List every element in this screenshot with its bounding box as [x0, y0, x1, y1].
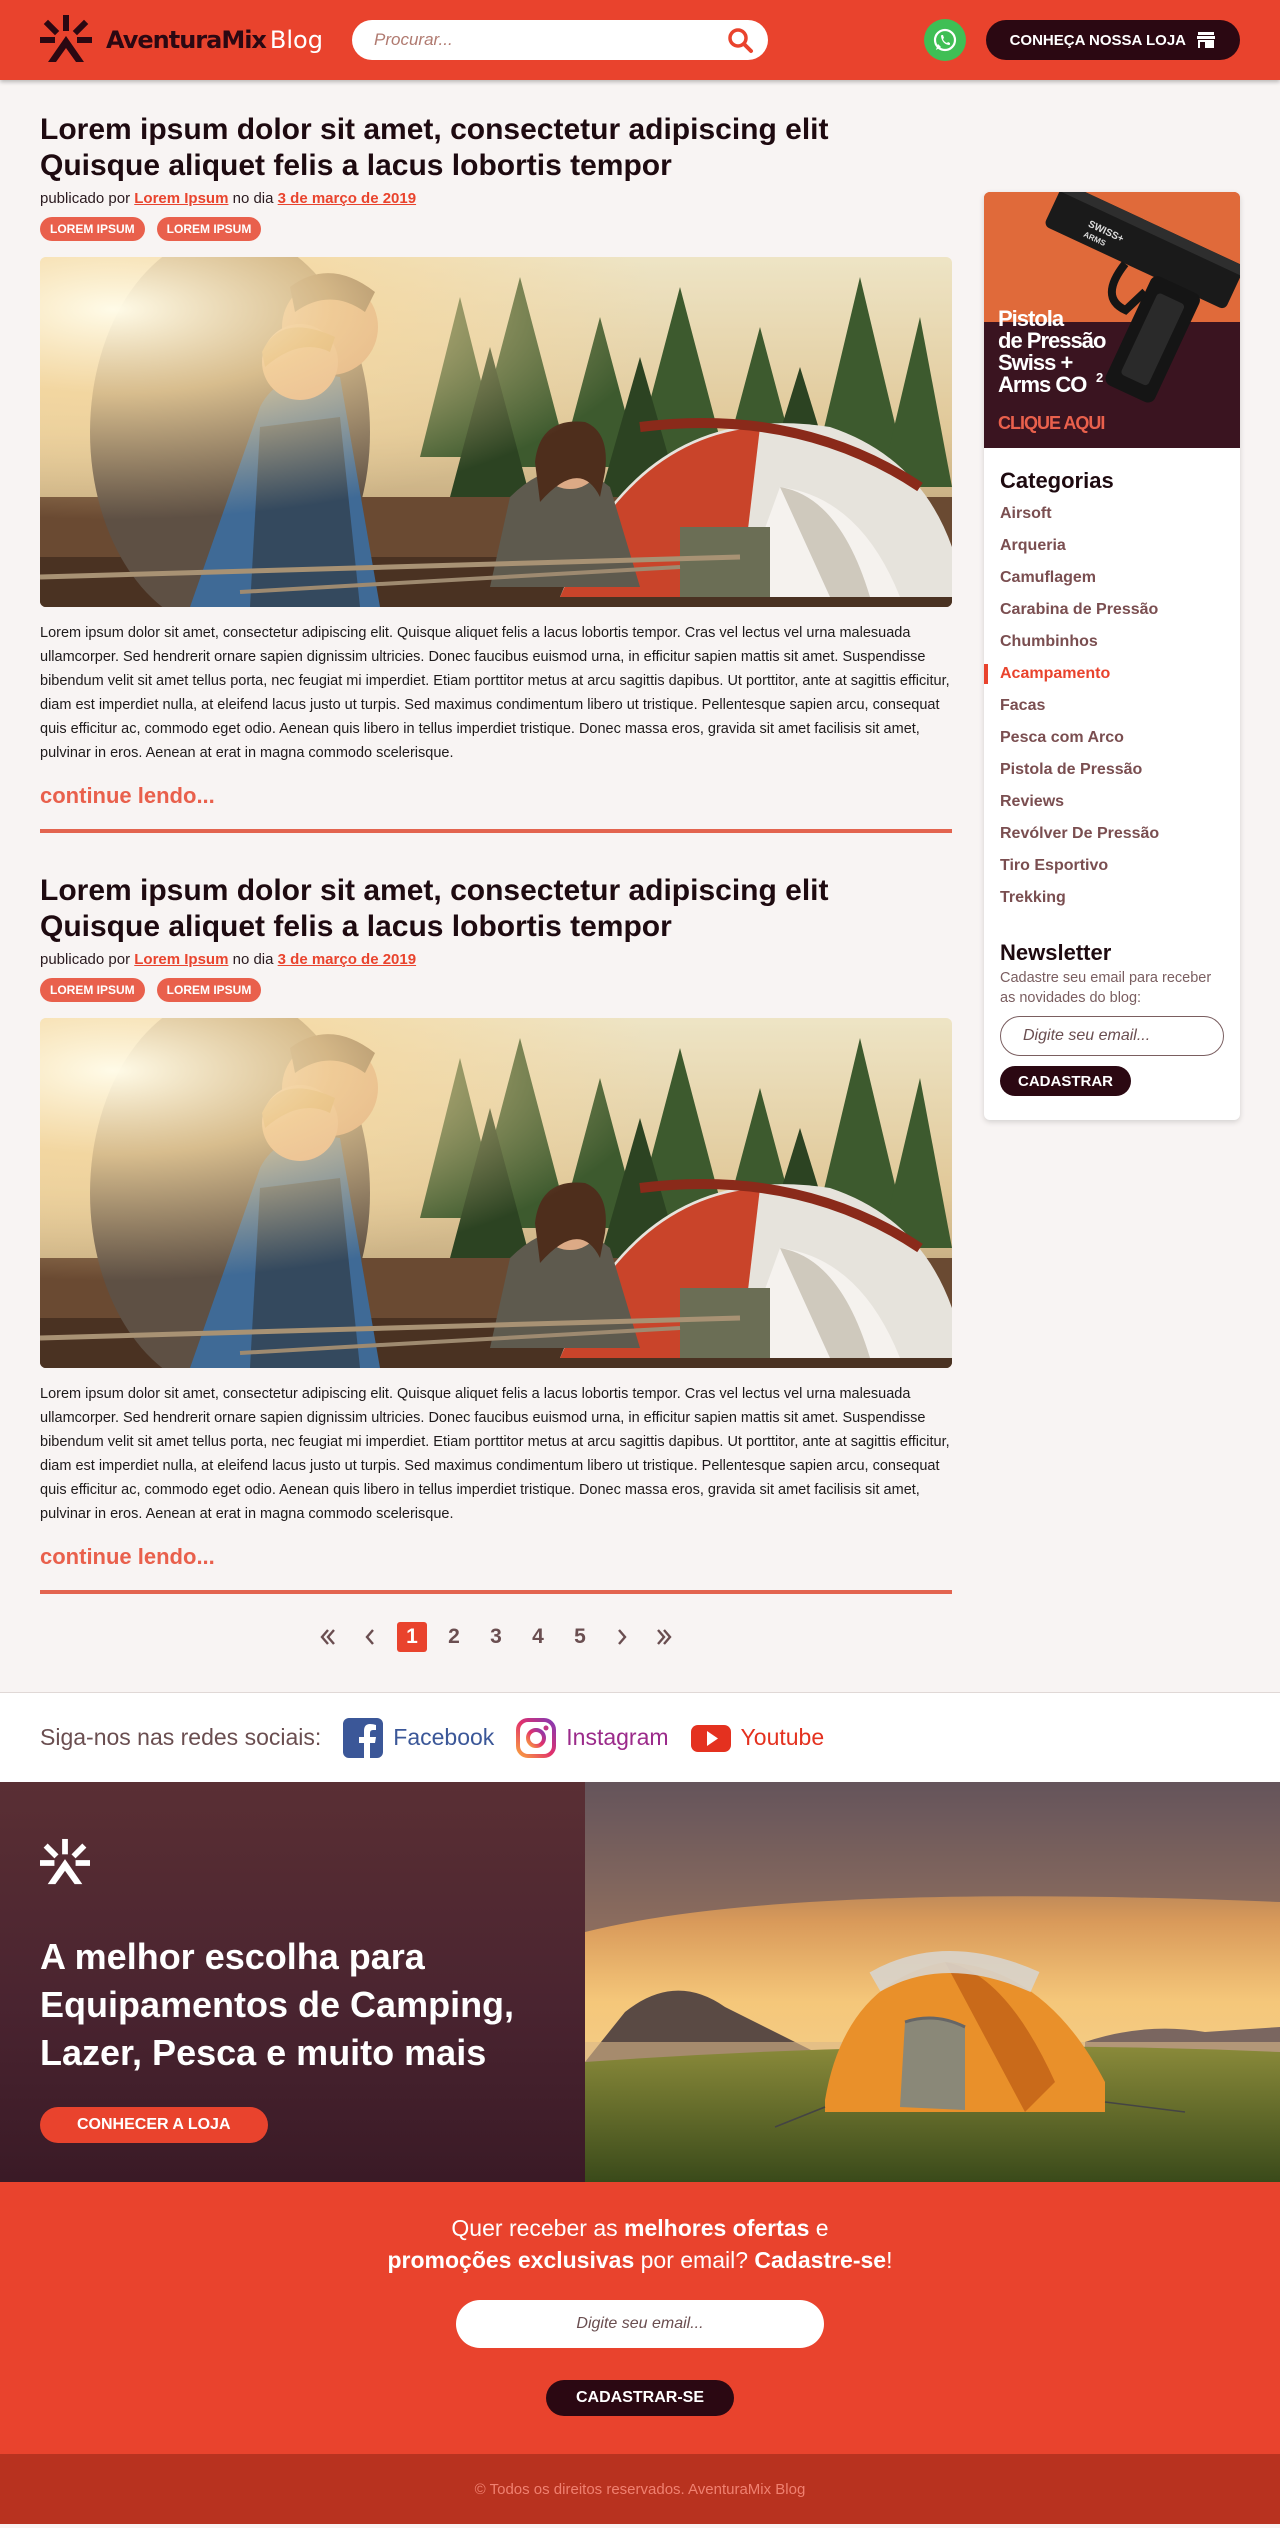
banner-cta: CLIQUE AQUI — [998, 413, 1104, 433]
post-excerpt: Lorem ipsum dolor sit amet, consectetur … — [40, 1386, 950, 1522]
read-more-link[interactable]: continue lendo... — [40, 1544, 952, 1570]
newsletter-cta: Quer receber as melhores ofertas e promo… — [0, 2182, 1280, 2454]
site-footer: © Todos os direitos reservados. Aventura… — [0, 2454, 1280, 2524]
post-tag[interactable]: LOREM IPSUM — [156, 978, 262, 1002]
instagram-link[interactable]: Instagram — [516, 1717, 669, 1758]
post-meta: publicado por Lorem Ipsum no dia 3 de ma… — [40, 951, 417, 968]
logo-mark-icon — [39, 1838, 91, 1885]
page-4-button[interactable]: 4 — [523, 1622, 553, 1652]
post-tag[interactable]: LOREM IPSUM — [40, 978, 145, 1002]
post-date-link[interactable]: 3 de março de 2019 — [278, 190, 416, 207]
social-bar: Siga-nos nas redes sociais: Facebook Ins… — [0, 1692, 1280, 1782]
hero-text-panel: A melhor escolha para Equipamentos de Cam… — [0, 1782, 585, 2182]
post-tags: LOREM IPSUM LOREM IPSUM — [40, 978, 952, 1002]
instagram-label: Instagram — [566, 1724, 669, 1750]
cta-email-input[interactable] — [456, 2300, 824, 2348]
facebook-link[interactable]: Facebook — [343, 1717, 495, 1758]
category-item[interactable]: Airsoft — [1000, 498, 1224, 530]
page-5-button[interactable]: 5 — [565, 1622, 595, 1652]
post-tags: LOREM IPSUM LOREM IPSUM — [40, 217, 952, 241]
page-2-button[interactable]: 2 — [439, 1622, 469, 1652]
post-author-link[interactable]: Lorem Ipsum — [134, 190, 228, 207]
prev-page-button[interactable] — [355, 1622, 385, 1652]
whatsapp-button[interactable] — [923, 19, 966, 61]
category-item[interactable]: Reviews — [1000, 786, 1224, 818]
page-1-button[interactable]: 1 — [397, 1622, 427, 1652]
whatsapp-icon — [933, 28, 956, 52]
post-author-link[interactable]: Lorem Ipsum — [134, 951, 228, 968]
store-promo-hero: A melhor escolha para Equipamentos de Cam… — [0, 1782, 1280, 2182]
youtube-link[interactable]: Youtube — [690, 1718, 825, 1758]
copyright-text: © Todos os direitos reservados. Aventura… — [474, 2480, 806, 2498]
category-item[interactable]: Carabina de Pressão — [1000, 594, 1224, 626]
first-page-button[interactable] — [313, 1622, 343, 1652]
youtube-icon — [690, 1724, 731, 1752]
category-item[interactable]: Facas — [1000, 690, 1224, 722]
post-meta: publicado por Lorem Ipsum no dia 3 de ma… — [40, 190, 417, 207]
sidebar-card: SWISS+ ARMS Pistola de Pressão Swiss + A… — [984, 192, 1240, 1120]
chevron-left-icon — [365, 1629, 374, 1645]
post-title[interactable]: Lorem ipsum dolor sit amet, consectetur … — [40, 112, 952, 184]
category-list: Airsoft Arqueria Camuflagem Carabina de … — [984, 498, 1224, 914]
category-item[interactable]: Pistola de Pressão — [1000, 754, 1224, 786]
post-tag[interactable]: LOREM IPSUM — [156, 217, 262, 241]
banner-line-4: Arms CO — [998, 372, 1087, 397]
newsletter-email-input[interactable] — [1000, 1016, 1224, 1056]
category-item[interactable]: Tiro Esportivo — [1000, 850, 1224, 882]
category-item[interactable]: Camuflagem — [1000, 562, 1224, 594]
post-image[interactable] — [40, 1018, 952, 1368]
search-bar — [352, 20, 768, 60]
site-logo[interactable]: AventuraMix Blog — [40, 14, 352, 66]
category-item[interactable]: Pesca com Arco — [1000, 722, 1224, 754]
hero-title: A melhor escolha para Equipamentos de Cam… — [40, 1936, 515, 2073]
cta-text: Quer receber as melhores ofertas e promo… — [387, 2215, 893, 2273]
logo-text: AventuraMix Blog — [106, 26, 323, 54]
double-chevron-left-icon — [320, 1629, 335, 1645]
cta-submit-button[interactable]: CADASTRAR-SE — [546, 2380, 734, 2416]
instagram-icon — [516, 1717, 557, 1758]
site-header: AventuraMixBlog CONHEÇA NOSSA LOJA — [0, 0, 1280, 80]
hero-image — [585, 1782, 1280, 2182]
visit-store-button[interactable]: CONHECER A LOJA — [40, 2107, 268, 2143]
store-button-label: CONHEÇA NOSSA LOJA — [1009, 31, 1186, 49]
facebook-icon — [343, 1717, 384, 1758]
search-icon[interactable] — [726, 26, 754, 54]
category-item[interactable]: Trekking — [1000, 882, 1224, 914]
post-image[interactable] — [40, 257, 952, 607]
post-card: Lorem ipsum dolor sit amet, consectetur … — [40, 873, 952, 1594]
sidebar: SWISS+ ARMS Pistola de Pressão Swiss + A… — [984, 192, 1240, 1692]
chevron-right-icon — [618, 1629, 627, 1645]
search-input[interactable] — [374, 30, 726, 50]
category-item[interactable]: Arqueria — [1000, 530, 1224, 562]
newsletter-description: Cadastre seu email para receber as novid… — [1000, 970, 1212, 1006]
double-chevron-right-icon — [657, 1629, 672, 1645]
page-3-button[interactable]: 3 — [481, 1622, 511, 1652]
post-card: Lorem ipsum dolor sit amet, consectetur … — [40, 112, 952, 833]
banner-superscript: 2 — [1096, 370, 1103, 385]
store-icon — [1197, 32, 1215, 48]
logo-mark-icon — [40, 15, 92, 62]
post-excerpt: Lorem ipsum dolor sit amet, consectetur … — [40, 625, 950, 761]
main-area: Lorem ipsum dolor sit amet, consectetur … — [0, 112, 1280, 1692]
category-item[interactable]: Chumbinhos — [1000, 626, 1224, 658]
youtube-label: Youtube — [740, 1724, 825, 1750]
facebook-label: Facebook — [393, 1724, 495, 1750]
product-banner[interactable]: SWISS+ ARMS Pistola de Pressão Swiss + A… — [984, 192, 1240, 448]
post-tag[interactable]: LOREM IPSUM — [40, 217, 145, 241]
post-date-link[interactable]: 3 de março de 2019 — [278, 951, 416, 968]
post-list: Lorem ipsum dolor sit amet, consectetur … — [40, 112, 952, 1692]
last-page-button[interactable] — [649, 1622, 679, 1652]
next-page-button[interactable] — [607, 1622, 637, 1652]
newsletter-submit-button[interactable]: CADASTRAR — [1000, 1066, 1131, 1096]
category-item[interactable]: Revólver De Pressão — [1000, 818, 1224, 850]
categories-title: Categorias — [1000, 468, 1114, 493]
social-label: Siga-nos nas redes sociais: — [40, 1724, 322, 1750]
newsletter-title: Newsletter — [1000, 940, 1112, 965]
category-item-active[interactable]: Acampamento — [984, 658, 1224, 690]
store-button[interactable]: CONHEÇA NOSSA LOJA — [985, 20, 1240, 60]
pagination: 1 2 3 4 5 — [40, 1622, 952, 1652]
newsletter-widget: Newsletter Cadastre seu email para receb… — [1000, 940, 1224, 1096]
post-title[interactable]: Lorem ipsum dolor sit amet, consectetur … — [40, 873, 952, 945]
read-more-link[interactable]: continue lendo... — [40, 783, 952, 809]
